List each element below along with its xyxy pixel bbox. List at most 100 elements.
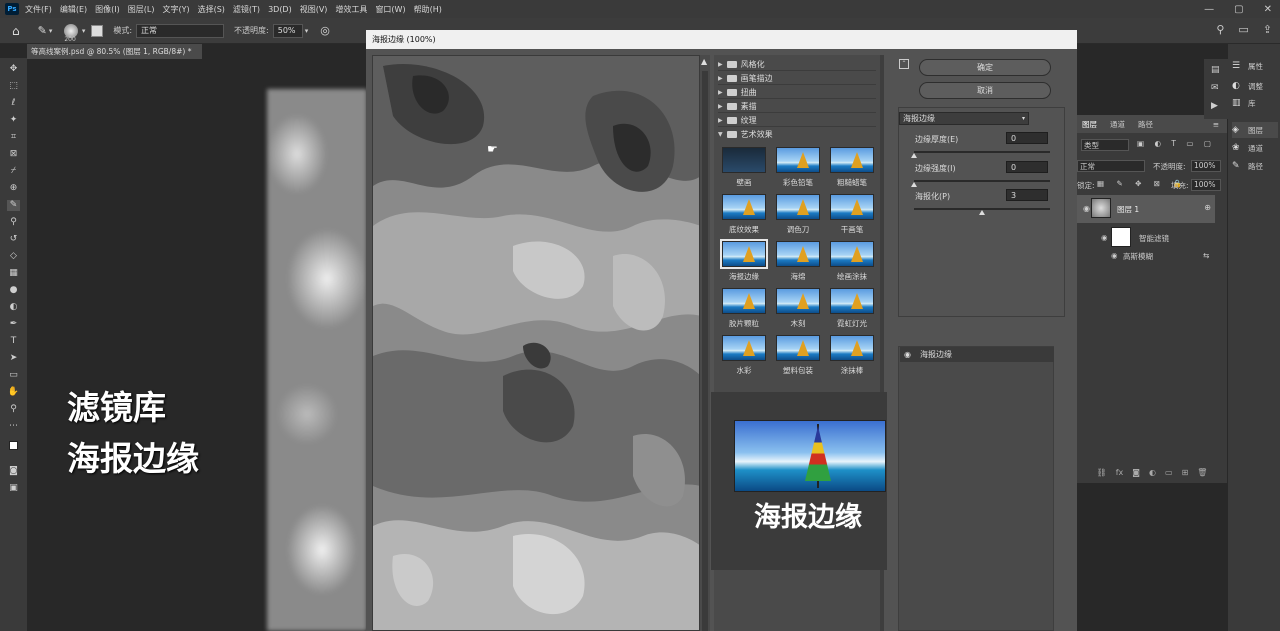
move-tool-icon[interactable]: ✥ xyxy=(7,64,20,75)
filter-thumbnail[interactable]: 水彩 xyxy=(720,335,768,381)
dock-adjustments[interactable]: ◐ 调整 xyxy=(1232,78,1278,94)
fill-field[interactable]: 100% xyxy=(1191,179,1221,191)
dock-layers[interactable]: ◈ 图层 xyxy=(1232,122,1278,138)
filter-preview[interactable]: ☛ xyxy=(372,55,700,631)
menu-plugins[interactable]: 增效工具 xyxy=(335,4,367,15)
category-stylize[interactable]: ▶ 风格化 xyxy=(718,58,876,71)
menu-window[interactable]: 窗口(W) xyxy=(375,4,405,15)
screen-mode-icon[interactable]: ▣ xyxy=(7,483,20,494)
menu-image[interactable]: 图像(I) xyxy=(95,4,120,15)
frame-tool-icon[interactable]: ⊠ xyxy=(7,149,20,160)
menu-help[interactable]: 帮助(H) xyxy=(414,4,442,15)
chevron-down-icon[interactable]: ▾ xyxy=(305,27,309,35)
edge-intensity-input[interactable]: 0 xyxy=(1006,161,1048,173)
category-texture[interactable]: ▶ 纹理 xyxy=(718,114,876,127)
filter-thumbnail[interactable]: 彩色铅笔 xyxy=(774,147,822,193)
quick-mask-icon[interactable]: ◙ xyxy=(7,466,20,477)
filter-thumbnail[interactable]: 海报边缘 xyxy=(720,239,768,287)
brush-settings-icon[interactable] xyxy=(91,24,104,37)
tab-paths[interactable]: 路径 xyxy=(1138,119,1153,130)
chevron-down-icon[interactable]: ▾ xyxy=(82,27,86,35)
eye-icon[interactable]: ◉ xyxy=(1111,251,1118,260)
brush-tool-icon[interactable]: ✎ xyxy=(38,24,47,37)
menu-file[interactable]: 文件(F) xyxy=(25,4,52,15)
brush-tool-icon[interactable]: ✎ xyxy=(7,200,20,211)
actions-icon[interactable]: ▶ xyxy=(1211,101,1218,111)
opacity-field[interactable]: 50% xyxy=(272,23,303,38)
tab-channels[interactable]: 通道 xyxy=(1110,119,1125,130)
type-tool-icon[interactable]: T xyxy=(7,336,20,347)
fx-icon[interactable]: fx xyxy=(1116,468,1124,477)
category-artistic[interactable]: ▼ 艺术效果 xyxy=(718,128,876,141)
cancel-button[interactable]: 取消 xyxy=(919,82,1051,99)
edge-thickness-knob[interactable] xyxy=(911,153,917,158)
share-icon[interactable]: ⇪ xyxy=(1263,23,1272,36)
filter-thumbnail[interactable]: 木刻 xyxy=(774,288,822,334)
adjustment-icon[interactable]: ◐ xyxy=(1149,468,1156,477)
gaussian-blur-row[interactable]: ◉ 高斯模糊 ⇆ xyxy=(1077,249,1227,265)
document-tab[interactable]: 等高线案例.psd @ 80.5% (图层 1, RGB/8#) * × xyxy=(27,44,202,71)
edge-intensity-knob[interactable] xyxy=(911,182,917,187)
pen-tool-icon[interactable]: ✒ xyxy=(7,319,20,330)
scroll-up-icon[interactable]: ▲ xyxy=(701,57,707,66)
lasso-tool-icon[interactable]: ℓ xyxy=(7,98,20,109)
filter-thumbnail[interactable]: 底纹效果 xyxy=(720,194,768,240)
delete-icon[interactable]: 🗑 xyxy=(1197,468,1207,477)
filter-thumbnail[interactable]: 粗糙蜡笔 xyxy=(828,147,876,193)
kind-filter-select[interactable]: 类型 xyxy=(1081,139,1129,151)
dodge-tool-icon[interactable]: ◐ xyxy=(7,302,20,313)
path-selection-icon[interactable]: ➤ xyxy=(7,353,20,364)
photoshop-app-icon[interactable]: Ps xyxy=(5,3,19,15)
menu-edit[interactable]: 编辑(E) xyxy=(60,4,87,15)
clone-stamp-icon[interactable]: ⚲ xyxy=(7,217,20,228)
gradient-tool-icon[interactable]: ▦ xyxy=(7,268,20,279)
eyedropper-icon[interactable]: ⌿ xyxy=(7,166,20,177)
posterization-input[interactable]: 3 xyxy=(1006,189,1048,201)
color-swatches-icon[interactable] xyxy=(7,441,20,452)
smart-filter-row[interactable]: ◉ 智能滤镜 xyxy=(1077,227,1227,249)
collapse-panel-icon[interactable]: ⌃ xyxy=(899,59,909,69)
category-brush-strokes[interactable]: ▶ 画笔描边 xyxy=(718,72,876,85)
eraser-tool-icon[interactable]: ◇ xyxy=(7,251,20,262)
workspace-icon[interactable]: ▭ xyxy=(1238,23,1248,36)
eye-icon[interactable]: ◉ xyxy=(904,347,911,362)
blur-tool-icon[interactable]: ● xyxy=(7,285,20,296)
menu-3d[interactable]: 3D(D) xyxy=(268,5,292,14)
filter-thumbnail[interactable]: 绘画涂抹 xyxy=(828,241,876,287)
home-icon[interactable]: ⌂ xyxy=(12,24,20,38)
dock-paths[interactable]: ✎ 路径 xyxy=(1232,158,1278,174)
menu-type[interactable]: 文字(Y) xyxy=(162,4,189,15)
layer-row-layer-1[interactable]: ◉ 图层 1 ⊕ xyxy=(1077,195,1215,223)
history-brush-icon[interactable]: ↺ xyxy=(7,234,20,245)
chevron-down-icon[interactable]: ▾ xyxy=(49,27,53,35)
filter-icons[interactable]: ▣ ◐ T ▭ ▢ xyxy=(1137,139,1215,148)
pressure-opacity-icon[interactable]: ◎ xyxy=(320,24,330,37)
filter-thumbnail[interactable]: 调色刀 xyxy=(774,194,822,240)
filter-thumbnail[interactable]: 壁画 xyxy=(720,147,768,193)
mode-select[interactable]: 正常 xyxy=(136,23,225,38)
filter-thumbnail[interactable]: 海绵 xyxy=(774,241,822,287)
filter-select[interactable]: 海报边缘 ▾ xyxy=(899,112,1029,125)
edge-thickness-input[interactable]: 0 xyxy=(1006,132,1048,144)
search-icon[interactable]: ⚲ xyxy=(1216,23,1224,36)
healing-brush-icon[interactable]: ⊕ xyxy=(7,183,20,194)
menu-select[interactable]: 选择(S) xyxy=(198,4,225,15)
ok-button[interactable]: 确定 xyxy=(919,59,1051,76)
blending-options-icon[interactable]: ⇆ xyxy=(1203,251,1209,260)
filter-thumbnail[interactable]: 霓虹灯光 xyxy=(828,288,876,334)
new-layer-icon[interactable]: ⊞ xyxy=(1182,468,1189,477)
preview-scrollbar[interactable]: ▲ xyxy=(700,55,710,631)
history-icon[interactable]: ▤ xyxy=(1211,65,1220,75)
menu-view[interactable]: 视图(V) xyxy=(300,4,328,15)
mask-icon[interactable]: ◙ xyxy=(1132,468,1140,477)
panel-menu-icon[interactable]: ≡ xyxy=(1213,120,1219,129)
minimize-icon[interactable]: — xyxy=(1204,4,1214,15)
category-sketch[interactable]: ▶ 素描 xyxy=(718,100,876,113)
layer-opacity-field[interactable]: 100% xyxy=(1191,160,1221,172)
blend-mode-select[interactable]: 正常 xyxy=(1077,160,1145,172)
dock-properties[interactable]: ☰ 属性 xyxy=(1232,58,1278,74)
group-icon[interactable]: ▭ xyxy=(1165,468,1173,477)
hand-tool-icon[interactable]: ✋ xyxy=(7,387,20,398)
menu-layer[interactable]: 图层(L) xyxy=(128,4,155,15)
edge-intensity-slider[interactable] xyxy=(914,180,1050,182)
